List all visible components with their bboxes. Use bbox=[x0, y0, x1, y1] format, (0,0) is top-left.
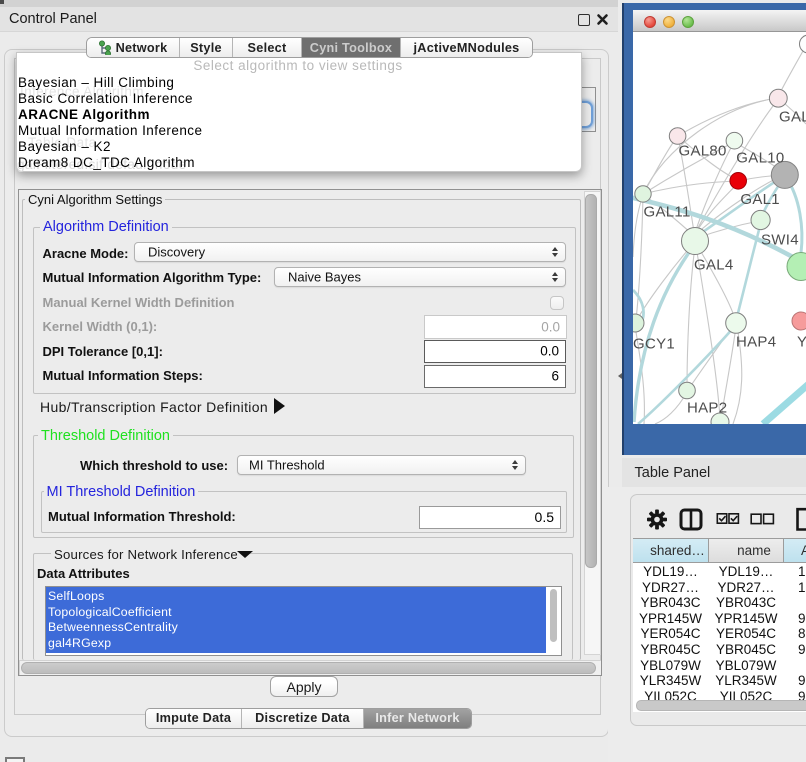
svg-text:GAL2: GAL2 bbox=[779, 109, 806, 126]
svg-text:HAP4: HAP4 bbox=[736, 333, 776, 350]
svg-text:SWI4: SWI4 bbox=[761, 231, 799, 248]
svg-text:YM: YM bbox=[797, 333, 806, 350]
svg-text:GAL4: GAL4 bbox=[694, 256, 734, 273]
svg-text:GAL11: GAL11 bbox=[644, 203, 691, 220]
svg-text:HAP2: HAP2 bbox=[687, 399, 727, 416]
svg-text:GCY1: GCY1 bbox=[633, 335, 675, 352]
svg-text:GAL1: GAL1 bbox=[740, 191, 780, 208]
svg-text:GAL10: GAL10 bbox=[736, 150, 784, 167]
svg-text:GAL80: GAL80 bbox=[679, 143, 727, 160]
